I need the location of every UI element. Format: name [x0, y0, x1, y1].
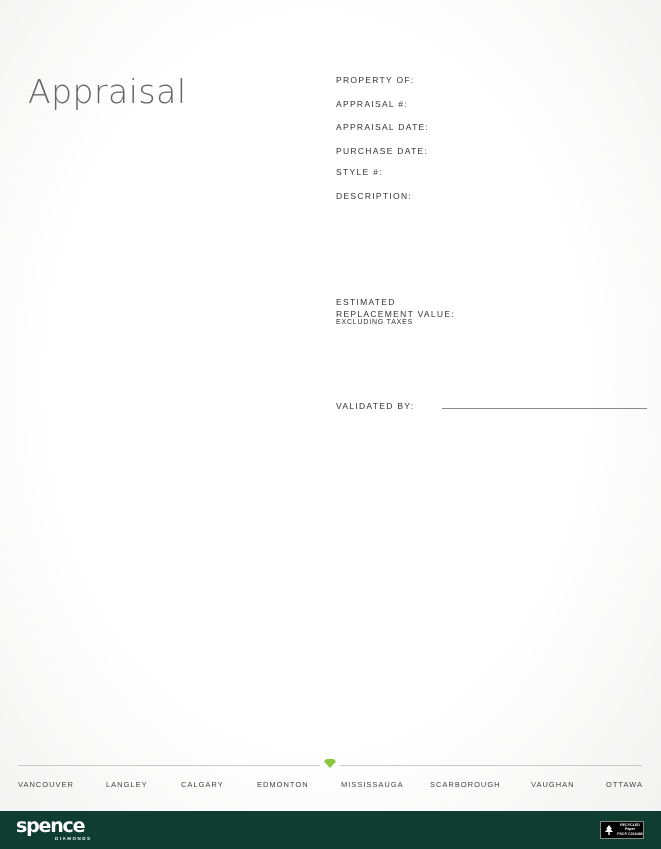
excluding-taxes-note: EXCLUDING TAXES: [336, 319, 414, 326]
description-label: DESCRIPTION:: [336, 191, 413, 201]
fsc-line-3: FSC® C016486: [617, 831, 643, 836]
appraisal-number-label: APPRAISAL #:: [336, 99, 408, 109]
replacement-value-label: REPLACEMENT VALUE:: [336, 309, 455, 319]
style-number-label: STYLE #:: [336, 167, 383, 177]
city-mississauga: MISSISSAUGA: [341, 780, 404, 789]
city-scarborough: SCARBOROUGH: [430, 780, 501, 789]
fsc-badge: RECYCLED Paper FSC® C016486: [600, 821, 644, 839]
footer-bar: spence DIAMONDS RECYCLED Paper FSC® C016…: [0, 811, 661, 849]
appraisal-date-label: APPRAISAL DATE:: [336, 122, 430, 132]
fsc-tree-icon: [605, 825, 613, 835]
purchase-date-label: PURCHASE DATE:: [336, 146, 429, 156]
city-vaughan: VAUGHAN: [531, 780, 575, 789]
page-title: Appraisal: [28, 72, 187, 111]
validated-by-label: VALIDATED BY:: [336, 401, 415, 411]
city-langley: LANGLEY: [106, 780, 148, 789]
spence-logo: spence: [16, 815, 85, 837]
estimated-label: ESTIMATED: [336, 297, 396, 307]
city-calgary: CALGARY: [181, 780, 224, 789]
diamond-icon: [324, 759, 336, 768]
property-of-label: PROPERTY OF:: [336, 75, 415, 85]
divider-left: [18, 765, 320, 766]
city-vancouver: VANCOUVER: [18, 780, 74, 789]
divider-right: [340, 765, 642, 766]
city-edmonton: EDMONTON: [257, 780, 309, 789]
fsc-text: RECYCLED Paper FSC® C016486: [616, 823, 644, 836]
signature-line: [442, 408, 647, 409]
city-list: VANCOUVER LANGLEY CALGARY EDMONTON MISSI…: [0, 780, 661, 792]
city-ottawa: OTTAWA: [606, 780, 643, 789]
logo-subtitle: DIAMONDS: [55, 836, 92, 841]
